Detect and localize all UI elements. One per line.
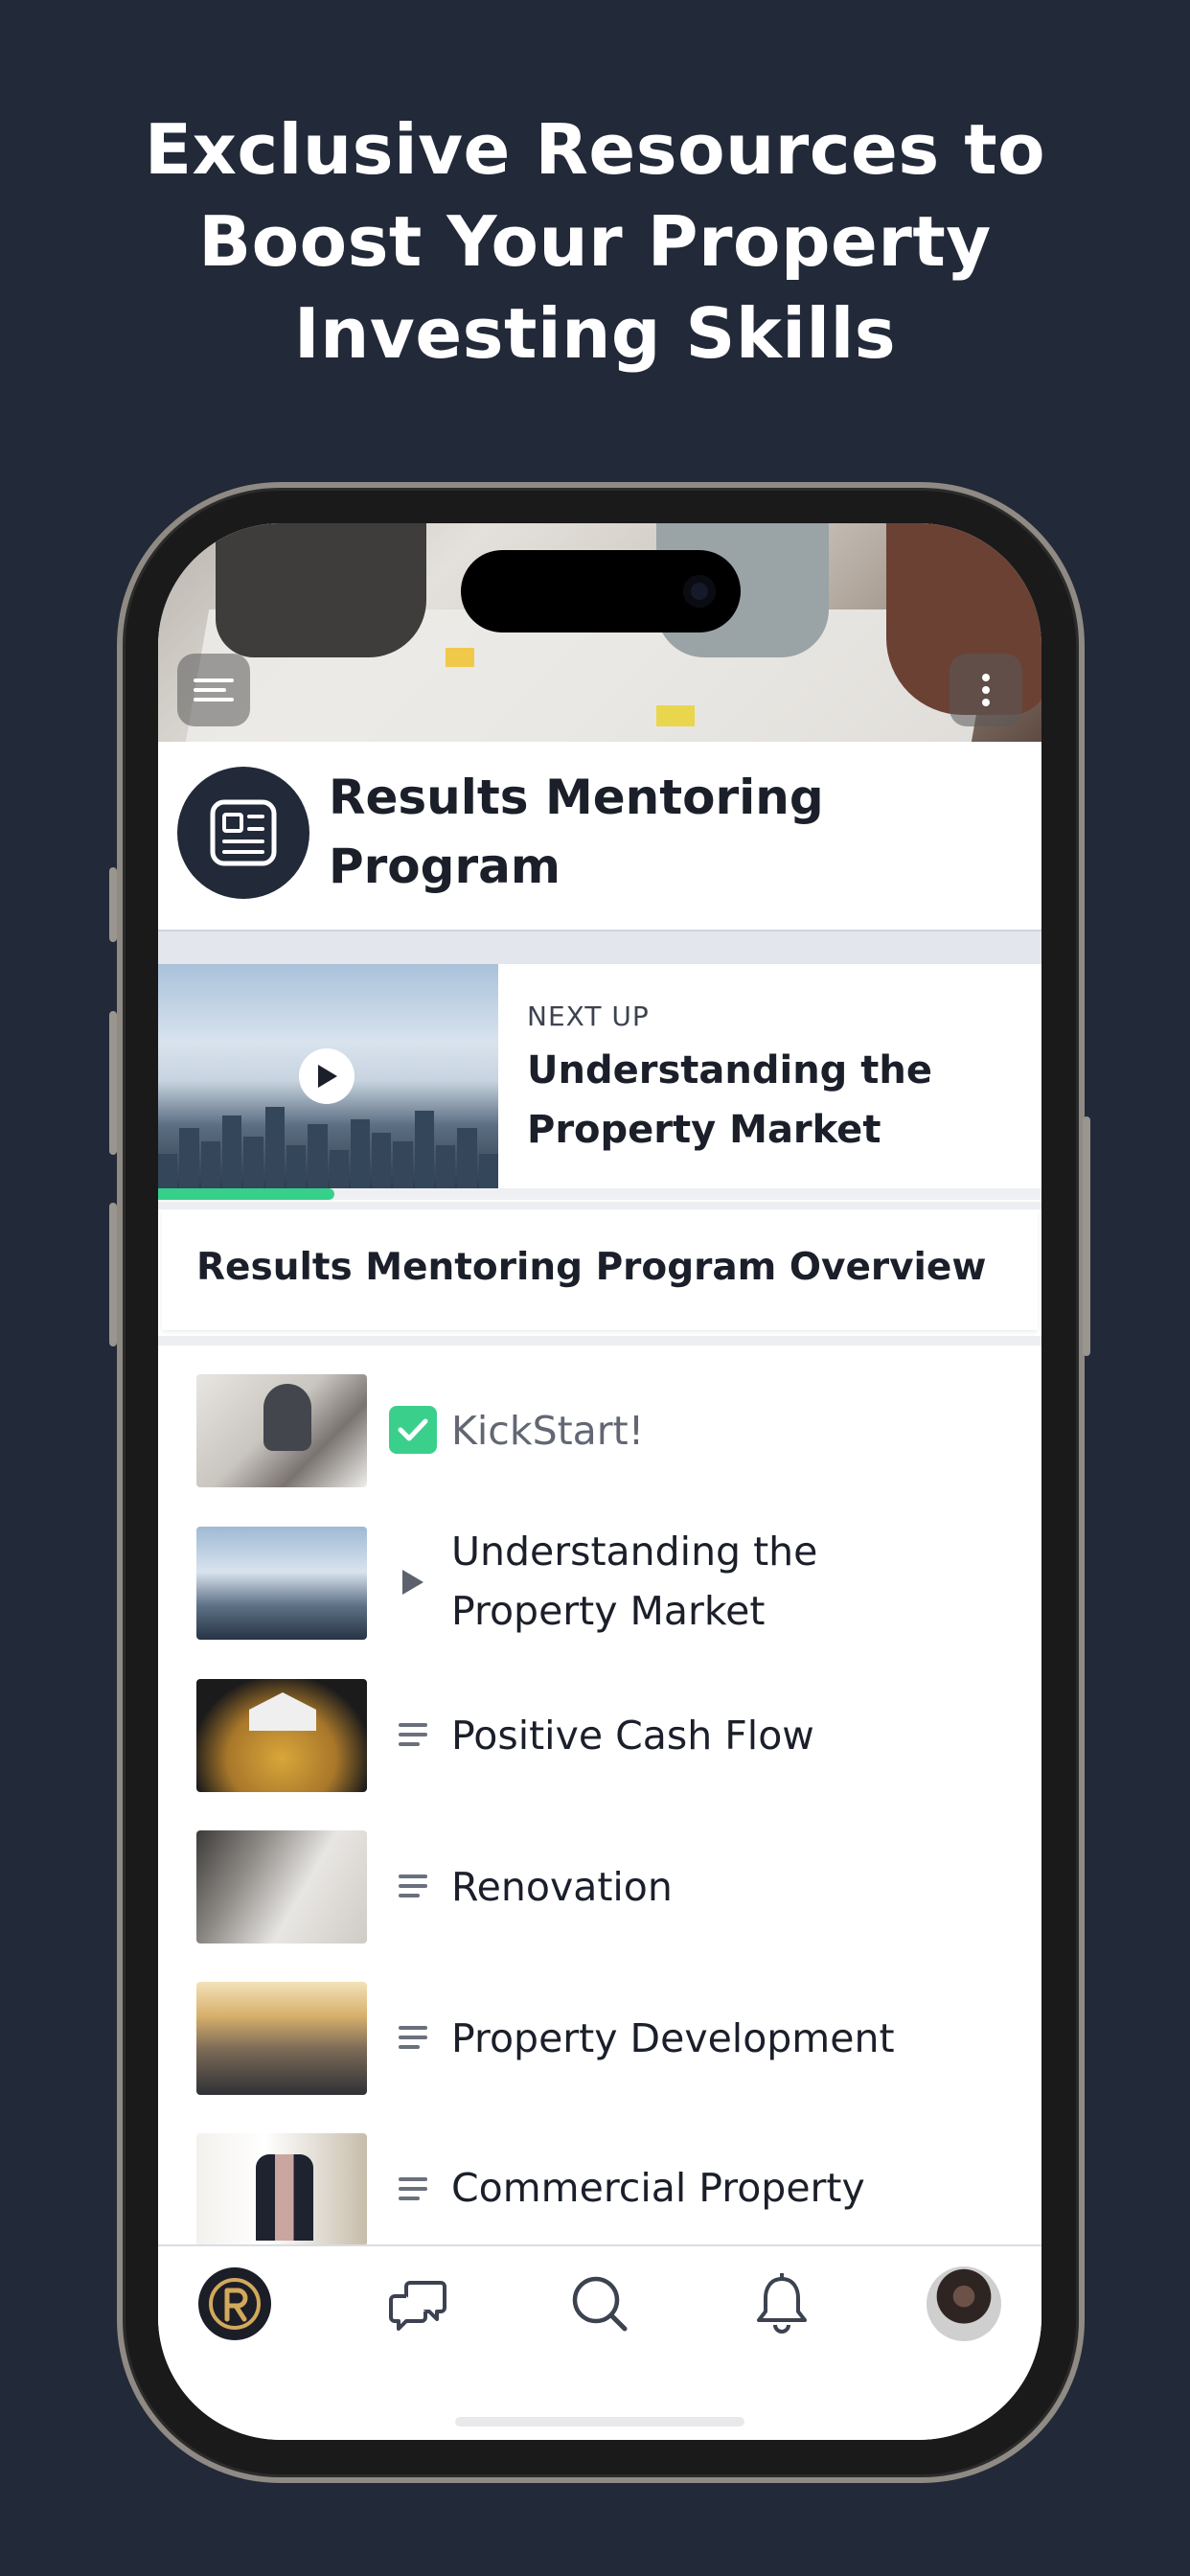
more-options-button[interactable] [950, 654, 1022, 726]
chat-icon [389, 2281, 446, 2331]
next-up-title: Understanding the Property Market [527, 1048, 932, 1152]
search-icon [572, 2276, 628, 2332]
progress-fill [158, 1188, 335, 1200]
divider [158, 1336, 1041, 1346]
headline-line-2: Boost Your Property [198, 201, 992, 282]
lesson-progress-bar [158, 1188, 1041, 1200]
divider [158, 932, 1041, 964]
tab-search[interactable] [561, 2266, 638, 2342]
phone-screen: Results Mentoring Program NEXT UP Unders… [158, 523, 1041, 2440]
program-title: Results Mentoring Program [329, 770, 824, 894]
lesson-thumbnail [196, 1830, 367, 1944]
next-up-card[interactable]: NEXT UP Understanding the Property Marke… [158, 964, 1041, 1200]
play-triangle-icon [386, 1555, 440, 1609]
lesson-title: KickStart! [451, 1408, 645, 1454]
tab-chat[interactable] [379, 2266, 456, 2342]
lesson-item[interactable]: Positive Cash Flow [158, 1679, 1041, 1813]
lesson-title: Positive Cash Flow [451, 1713, 814, 1759]
marketing-headline: Exclusive Resources to Boost Your Proper… [0, 104, 1190, 380]
silent-switch [109, 867, 117, 942]
checkbox-checked-icon [386, 1403, 440, 1457]
text-lines-icon [386, 2011, 440, 2064]
text-lines-icon [386, 1859, 440, 1913]
tab-home[interactable] [196, 2266, 273, 2342]
tab-notifications[interactable] [744, 2266, 820, 2342]
vertical-dots-icon [982, 669, 990, 711]
bell-icon [757, 2273, 807, 2334]
lesson-item[interactable]: Property Development [158, 1982, 1041, 2116]
text-lines-icon [386, 1708, 440, 1761]
divider [158, 1202, 1041, 1209]
tab-profile[interactable] [926, 2266, 1002, 2342]
next-up-thumbnail [158, 964, 498, 1188]
lesson-item[interactable]: Understanding the Property Market [158, 1527, 1041, 1661]
home-logo-icon [198, 2267, 271, 2340]
lesson-item[interactable]: Renovation [158, 1830, 1041, 1965]
lesson-thumbnail [196, 1374, 367, 1487]
lesson-thumbnail [196, 1679, 367, 1792]
program-header: Results Mentoring Program [158, 742, 1041, 932]
overview-section[interactable]: Results Mentoring Program Overview [162, 1209, 1038, 1330]
hamburger-menu-icon [194, 673, 234, 707]
volume-down-button [109, 1203, 117, 1346]
bottom-tab-bar [158, 2244, 1041, 2440]
volume-up-button [109, 1011, 117, 1155]
lesson-item[interactable]: KickStart! [158, 1374, 1041, 1508]
next-up-label: NEXT UP [527, 1000, 650, 1032]
lesson-title: Renovation [451, 1864, 673, 1910]
lesson-title: Understanding the Property Market [451, 1529, 818, 1634]
power-button [1083, 1116, 1090, 1356]
menu-button[interactable] [177, 654, 250, 726]
lesson-thumbnail [196, 1982, 367, 2095]
headline-line-3: Investing Skills [293, 293, 897, 374]
headline-line-1: Exclusive Resources to [144, 109, 1046, 190]
lesson-title: Property Development [451, 2015, 895, 2061]
lesson-title: Commercial Property [451, 2165, 865, 2211]
text-lines-icon [386, 2162, 440, 2216]
lesson-thumbnail [196, 2133, 367, 2246]
dynamic-island [461, 550, 741, 632]
play-icon[interactable] [299, 1048, 355, 1104]
overview-title: Results Mentoring Program Overview [196, 1246, 987, 1289]
newspaper-icon [177, 767, 309, 899]
lesson-thumbnail [196, 1527, 367, 1640]
home-indicator [455, 2417, 744, 2426]
profile-avatar [927, 2266, 1001, 2341]
